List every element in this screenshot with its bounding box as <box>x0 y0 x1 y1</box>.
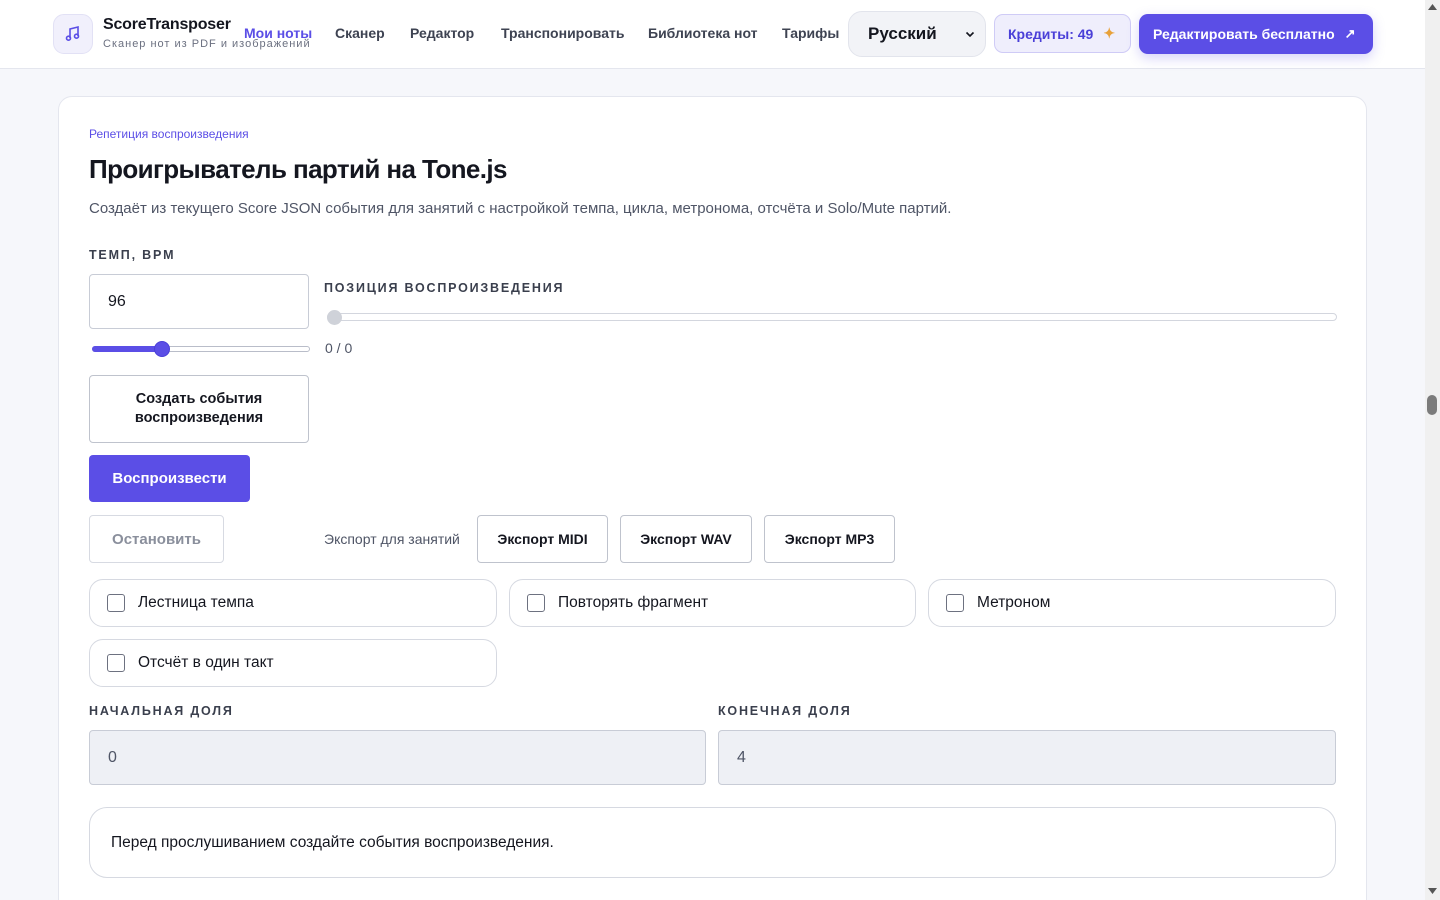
playback-position-slider[interactable] <box>327 313 1337 321</box>
nav-scanner[interactable]: Сканер <box>335 25 385 41</box>
export-label: Экспорт для занятий <box>324 531 460 547</box>
tempo-ladder-checkbox[interactable] <box>107 594 125 612</box>
start-beat-input[interactable]: 0 <box>89 730 706 785</box>
nav-pricing[interactable]: Тарифы <box>782 25 839 41</box>
nav-transpose[interactable]: Транспонировать <box>501 25 624 41</box>
count-in-checkbox[interactable] <box>107 654 125 672</box>
language-select[interactable]: Русский <box>848 11 986 57</box>
page-description: Создаёт из текущего Score JSON события д… <box>89 200 952 217</box>
page-title: Проигрыватель партий на Tone.js <box>89 154 507 184</box>
top-header: ScoreTransposer Сканер нот из PDF и изоб… <box>0 0 1425 69</box>
credits-label: Кредиты: 49 <box>1008 25 1094 42</box>
stop-label: Остановить <box>112 530 201 548</box>
export-wav-button[interactable]: Экспорт WAV <box>620 515 752 563</box>
option-metronome[interactable]: Метроном <box>928 579 1336 627</box>
music-note-icon <box>65 25 80 41</box>
chevron-down-icon <box>965 31 975 38</box>
playback-position-label: ПОЗИЦИЯ ВОСПРОИЗВЕДЕНИЯ <box>324 281 565 295</box>
tempo-input-value: 96 <box>108 292 126 310</box>
tempo-slider-fill <box>92 346 162 352</box>
arrow-up-right-icon: ↗ <box>1344 26 1356 41</box>
nav-my-scores[interactable]: Мои ноты <box>244 25 312 41</box>
option-loop[interactable]: Повторять фрагмент <box>509 579 916 627</box>
play-button[interactable]: Воспроизвести <box>89 455 250 502</box>
export-mp3-label: Экспорт MP3 <box>784 530 875 547</box>
option-count-in[interactable]: Отсчёт в один такт <box>89 639 497 687</box>
metronome-label: Метроном <box>977 594 1051 611</box>
metronome-checkbox[interactable] <box>946 594 964 612</box>
export-midi-button[interactable]: Экспорт MIDI <box>477 515 608 563</box>
edit-free-button[interactable]: Редактировать бесплатно ↗ <box>1139 14 1373 54</box>
page-scrollbar[interactable] <box>1425 0 1440 900</box>
stop-button[interactable]: Остановить <box>89 515 224 563</box>
end-beat-input[interactable]: 4 <box>718 730 1336 785</box>
edit-free-label: Редактировать бесплатно <box>1153 26 1335 42</box>
start-beat-value: 0 <box>108 748 117 766</box>
scroll-up-arrow-icon[interactable] <box>1428 4 1437 10</box>
status-message: Перед прослушиванием создайте события во… <box>111 833 554 851</box>
section-eyebrow: Репетиция воспроизведения <box>89 127 249 141</box>
create-events-button[interactable]: Создать события воспроизведения <box>89 375 309 443</box>
scroll-down-arrow-icon[interactable] <box>1428 888 1437 894</box>
playback-position-handle[interactable] <box>327 310 342 325</box>
count-in-label: Отсчёт в один такт <box>138 654 274 671</box>
nav-editor[interactable]: Редактор <box>410 25 474 41</box>
start-beat-label: НАЧАЛЬНАЯ ДОЛЯ <box>89 704 234 718</box>
tempo-slider-handle[interactable] <box>153 341 170 357</box>
export-midi-label: Экспорт MIDI <box>497 530 588 547</box>
play-label: Воспроизвести <box>112 470 227 487</box>
create-events-label: Создать события воспроизведения <box>134 391 264 426</box>
logo[interactable] <box>53 14 93 54</box>
option-tempo-ladder[interactable]: Лестница темпа <box>89 579 497 627</box>
nav-score-library[interactable]: Библиотека нот <box>648 25 758 41</box>
status-message-box: Перед прослушиванием создайте события во… <box>89 807 1336 878</box>
tempo-ladder-label: Лестница темпа <box>138 594 254 611</box>
end-beat-label: КОНЕЧНАЯ ДОЛЯ <box>718 704 852 718</box>
scrollbar-thumb[interactable] <box>1427 395 1437 415</box>
tempo-input[interactable]: 96 <box>89 274 309 329</box>
playback-position-readout: 0 / 0 <box>325 340 353 356</box>
brand-name[interactable]: ScoreTransposer <box>103 16 231 34</box>
export-wav-label: Экспорт WAV <box>640 530 732 547</box>
language-select-value: Русский <box>868 24 937 43</box>
loop-checkbox[interactable] <box>527 594 545 612</box>
tempo-label: ТЕМП, BPM <box>89 248 176 262</box>
end-beat-value: 4 <box>737 748 746 766</box>
export-mp3-button[interactable]: Экспорт MP3 <box>764 515 895 563</box>
loop-label: Повторять фрагмент <box>558 594 709 611</box>
credits-button[interactable]: Кредиты: 49 ✦ <box>994 14 1131 53</box>
sparkle-icon: ✦ <box>1103 25 1116 41</box>
